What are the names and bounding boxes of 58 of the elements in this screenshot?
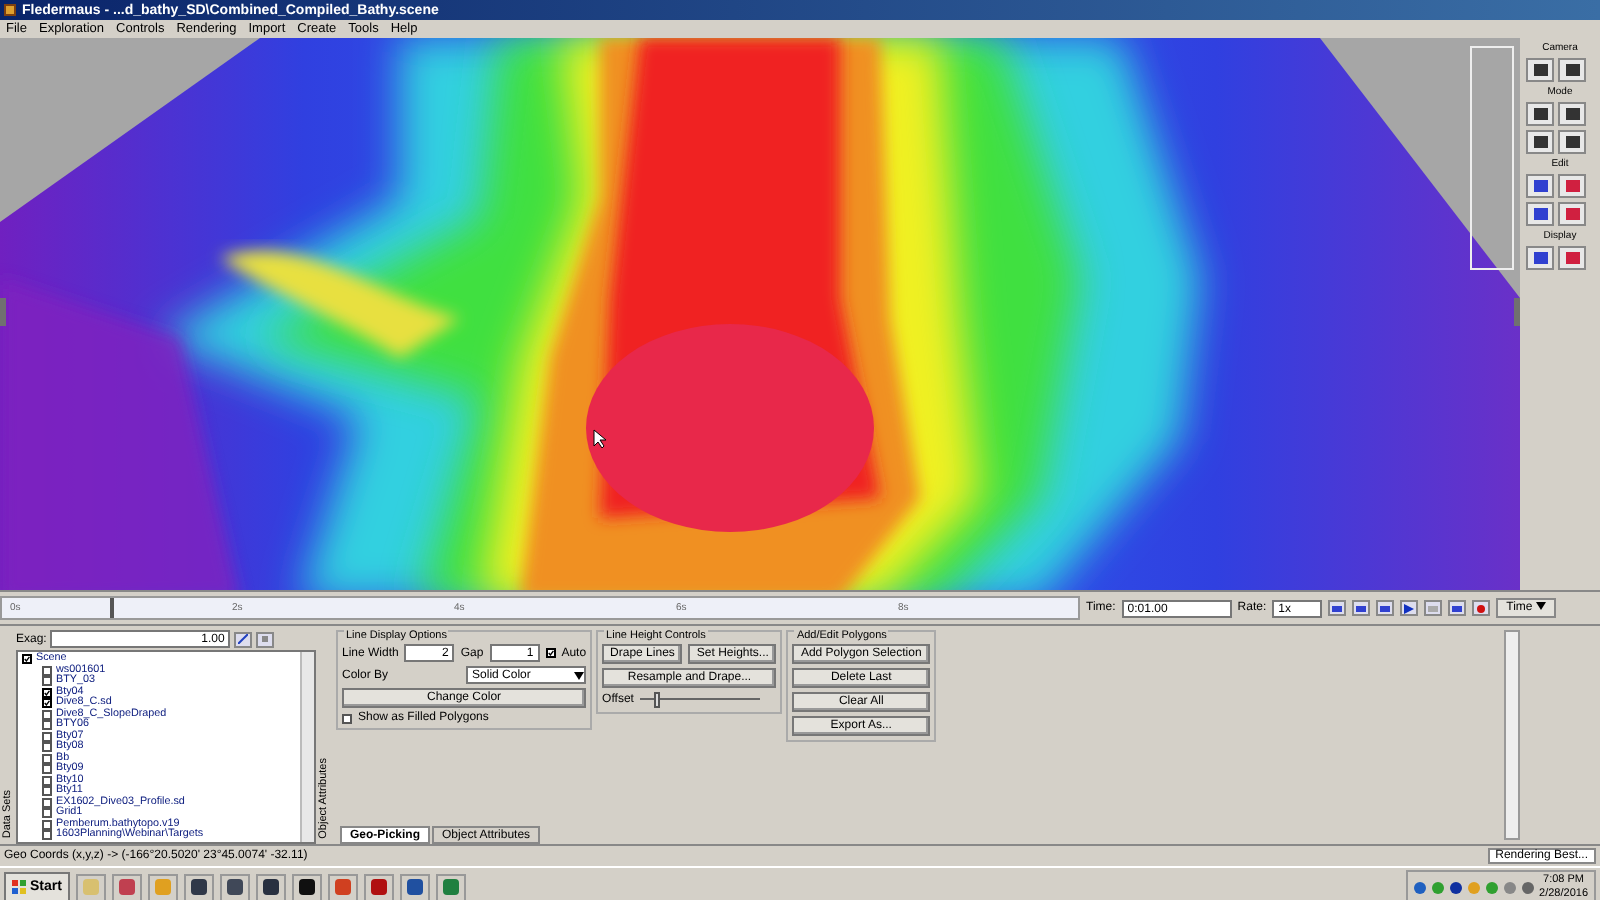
checkbox[interactable]: [42, 753, 52, 764]
scroll-handle[interactable]: [0, 298, 6, 326]
playback-icon: [1452, 603, 1463, 613]
tool-button[interactable]: [1526, 102, 1554, 126]
scrollbar[interactable]: [300, 652, 314, 842]
play-icon: [1404, 603, 1415, 613]
tool-button[interactable]: [1526, 130, 1554, 154]
playback-icon: [1428, 603, 1439, 613]
playback-button[interactable]: [1472, 600, 1491, 616]
playback-icon: [1332, 603, 1343, 613]
checkbox[interactable]: [42, 819, 52, 830]
checkbox[interactable]: [42, 687, 52, 698]
mouse-cursor-icon: [593, 429, 607, 449]
tool-button[interactable]: [1558, 202, 1586, 226]
taskbar-app[interactable]: [183, 873, 214, 900]
taskbar-app[interactable]: [255, 873, 286, 900]
checkbox[interactable]: [42, 665, 52, 676]
windows-logo-icon: [12, 880, 26, 894]
tool-button[interactable]: [1558, 174, 1586, 198]
tool-button[interactable]: [1558, 246, 1586, 270]
toolbar-button[interactable]: [256, 631, 275, 647]
record-icon: [1476, 603, 1487, 613]
playback-button[interactable]: [1400, 600, 1419, 616]
checkbox[interactable]: [42, 698, 52, 709]
checkbox[interactable]: [22, 654, 32, 665]
tool-button[interactable]: [1558, 102, 1586, 126]
taskbar-app[interactable]: [291, 873, 322, 900]
checkbox[interactable]: [42, 720, 52, 731]
tool-button[interactable]: [1526, 174, 1554, 198]
checkbox[interactable]: [42, 786, 52, 797]
toolbar-button[interactable]: [234, 631, 253, 647]
checkbox[interactable]: [42, 797, 52, 808]
checkbox[interactable]: [42, 709, 52, 720]
tool-button[interactable]: [1558, 58, 1586, 82]
checkbox[interactable]: [42, 830, 52, 841]
checkbox[interactable]: [42, 676, 52, 687]
tool-button[interactable]: [1526, 202, 1554, 226]
checkbox[interactable]: [42, 764, 52, 775]
offset-slider[interactable]: [639, 692, 760, 708]
tool-button[interactable]: [1558, 130, 1586, 154]
playback-icon: [1380, 603, 1391, 613]
checkbox[interactable]: [42, 775, 52, 786]
slider-thumb[interactable]: [654, 692, 661, 708]
scroll-handle[interactable]: [1514, 298, 1520, 326]
app-icon: [4, 4, 16, 16]
playhead[interactable]: [109, 598, 114, 618]
playback-icon: [1356, 603, 1367, 613]
checkbox[interactable]: [42, 731, 52, 742]
scrollbar[interactable]: [1504, 630, 1520, 840]
checkbox[interactable]: [545, 648, 556, 658]
checkbox[interactable]: [342, 713, 352, 723]
tool-button[interactable]: [1526, 58, 1554, 82]
taskbar-app[interactable]: [219, 873, 250, 900]
caret-icon: [574, 671, 585, 679]
checkbox[interactable]: [42, 742, 52, 753]
checkbox[interactable]: [42, 808, 52, 819]
tool-button[interactable]: [1526, 246, 1554, 270]
caret-icon: [1535, 602, 1546, 610]
